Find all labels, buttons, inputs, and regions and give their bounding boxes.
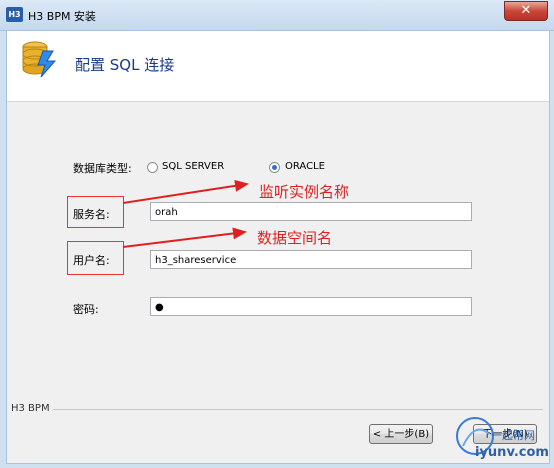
service-arrow	[122, 179, 249, 204]
back-button[interactable]: < 上一步(B)	[369, 424, 433, 444]
service-annotation: 监听实例名称	[259, 183, 350, 201]
footer-divider	[53, 409, 543, 410]
app-icon: H3	[6, 7, 23, 22]
title-bar: H3 H3 BPM 安装 ✕	[0, 0, 554, 31]
user-annotation: 数据空间名	[257, 229, 333, 247]
installer-window: 配置 SQL 连接 数据库类型: SQL SERVER ORACLE 服务名: …	[6, 30, 550, 464]
window-title: H3 BPM 安装	[28, 10, 96, 23]
footer-brand: H3 BPM	[11, 403, 50, 414]
user-arrow	[122, 227, 247, 248]
watermark-top: 一起帮网	[491, 429, 535, 442]
watermark-bottom: iyunv.com	[475, 445, 549, 460]
close-button[interactable]: ✕	[504, 1, 548, 21]
